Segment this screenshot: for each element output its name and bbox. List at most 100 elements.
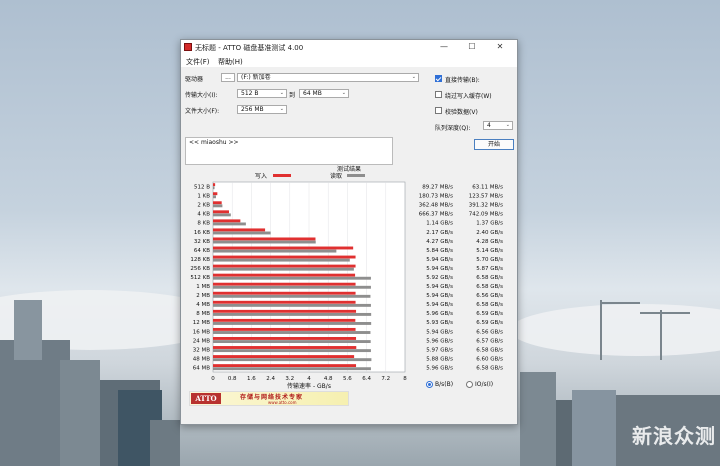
write-bar [213, 246, 354, 250]
write-value: 5.93 GB/s [426, 320, 453, 326]
read-value: 123.57 MB/s [469, 194, 503, 200]
write-bar [213, 327, 356, 331]
read-bar [213, 267, 354, 271]
write-bar [213, 318, 356, 322]
read-bar [213, 240, 316, 244]
x-tick-label: 6.4 [362, 376, 371, 382]
write-value: 5.94 GB/s [426, 293, 453, 299]
category-label: 8 KB [197, 221, 210, 227]
write-bar [213, 201, 222, 205]
write-bar [213, 228, 266, 232]
category-label: 64 MB [193, 365, 210, 371]
write-bar [213, 264, 356, 268]
read-bar [213, 195, 216, 199]
io-per-sec-label: IO/s(I) [475, 381, 494, 388]
io-per-sec-radio[interactable] [466, 381, 473, 388]
write-value: 89.27 MB/s [422, 185, 453, 191]
atto-logo: ATTO [191, 393, 221, 404]
category-label: 256 KB [190, 266, 210, 272]
x-tick-label: 2.4 [266, 376, 275, 382]
category-label: 32 KB [194, 239, 210, 245]
read-bar [213, 186, 215, 190]
read-value: 6.59 GB/s [476, 320, 503, 326]
read-value: 6.60 GB/s [476, 356, 503, 362]
write-bar [213, 364, 357, 368]
read-bar [213, 294, 371, 298]
atto-window: 无标题 - ATTO 磁盘基准测试 4.00 — ☐ ✕ 文件(F) 帮助(H)… [180, 39, 518, 425]
category-label: 64 KB [194, 248, 210, 254]
write-bar [213, 337, 357, 340]
read-value: 6.58 GB/s [476, 365, 503, 371]
category-label: 4 KB [197, 212, 210, 218]
write-value: 5.88 GB/s [426, 356, 453, 362]
read-bar [213, 322, 372, 325]
read-bar [213, 340, 371, 344]
read-value: 5.87 GB/s [476, 266, 503, 272]
read-value: 1.37 GB/s [476, 221, 503, 227]
x-tick-label: 1.6 [247, 376, 256, 382]
write-value: 5.96 GB/s [426, 338, 453, 344]
read-value: 5.70 GB/s [476, 257, 503, 263]
legend-read-label: 读取 [330, 172, 342, 180]
write-bar [213, 309, 357, 313]
atto-banner: ATTO 存储与网络技术专家 www.atto.com [189, 391, 349, 406]
read-value: 6.56 GB/s [476, 329, 503, 335]
write-value: 5.96 GB/s [426, 311, 453, 317]
category-label: 16 MB [193, 329, 210, 335]
read-bar [213, 231, 271, 235]
write-bar [213, 346, 357, 349]
read-value: 6.58 GB/s [476, 347, 503, 353]
read-bar [213, 249, 337, 253]
write-bar [213, 355, 355, 359]
category-label: 1 KB [197, 194, 210, 200]
bytes-per-sec-radio[interactable] [426, 381, 433, 388]
write-bar [213, 300, 356, 304]
results-chart: 测试结果写入 读取 0 0.8 1.6 2.4 3.2 4 4.8 5.6 6.4 7.2 8 传输速率 … [190, 165, 503, 390]
category-label: 48 MB [193, 356, 210, 362]
write-value: 362.48 MB/s [419, 203, 453, 209]
read-bar [213, 222, 246, 226]
read-value: 6.57 GB/s [476, 338, 503, 344]
category-label: 2 MB [196, 293, 210, 299]
category-label: 24 MB [193, 338, 210, 344]
category-label: 4 MB [196, 302, 210, 308]
write-value: 5.97 GB/s [426, 347, 453, 353]
read-bar [213, 331, 371, 334]
x-tick-label: 0.8 [228, 376, 237, 382]
read-bar [213, 276, 371, 280]
write-bar [213, 255, 356, 259]
x-tick-label: 5.6 [343, 376, 352, 382]
read-bar [213, 303, 371, 307]
x-tick-label: 4.8 [324, 376, 333, 382]
read-bar [213, 367, 371, 371]
write-bar [213, 273, 356, 277]
write-bar [213, 291, 356, 295]
write-value: 5.94 GB/s [426, 329, 453, 335]
legend-write-label: 写入 [255, 173, 267, 180]
read-value: 4.28 GB/s [476, 239, 503, 245]
read-bar [213, 312, 372, 316]
bytes-per-sec-label: B/s(B) [435, 381, 454, 388]
category-label: 16 KB [194, 230, 210, 236]
read-value: 6.59 GB/s [476, 311, 503, 317]
read-value: 63.11 MB/s [472, 185, 503, 191]
write-value: 4.27 GB/s [426, 239, 453, 245]
x-axis-label: 传输速率 - GB/s [287, 382, 331, 390]
read-value: 5.14 GB/s [476, 248, 503, 254]
category-label: 1 MB [196, 284, 210, 290]
write-value: 5.92 GB/s [426, 275, 453, 281]
write-value: 5.96 GB/s [426, 365, 453, 371]
read-value: 6.56 GB/s [476, 293, 503, 299]
read-value: 6.58 GB/s [476, 284, 503, 290]
read-value: 6.58 GB/s [476, 275, 503, 281]
read-bar [213, 213, 231, 217]
write-bar [213, 210, 229, 214]
read-value: 742.09 MB/s [469, 212, 503, 218]
read-bar [213, 204, 223, 208]
x-tick-label: 0 [211, 376, 215, 382]
write-value: 5.94 GB/s [426, 257, 453, 263]
category-label: 12 MB [193, 320, 210, 326]
read-bar [213, 258, 350, 262]
read-value: 2.40 GB/s [476, 230, 503, 236]
category-label: 8 MB [196, 311, 210, 317]
